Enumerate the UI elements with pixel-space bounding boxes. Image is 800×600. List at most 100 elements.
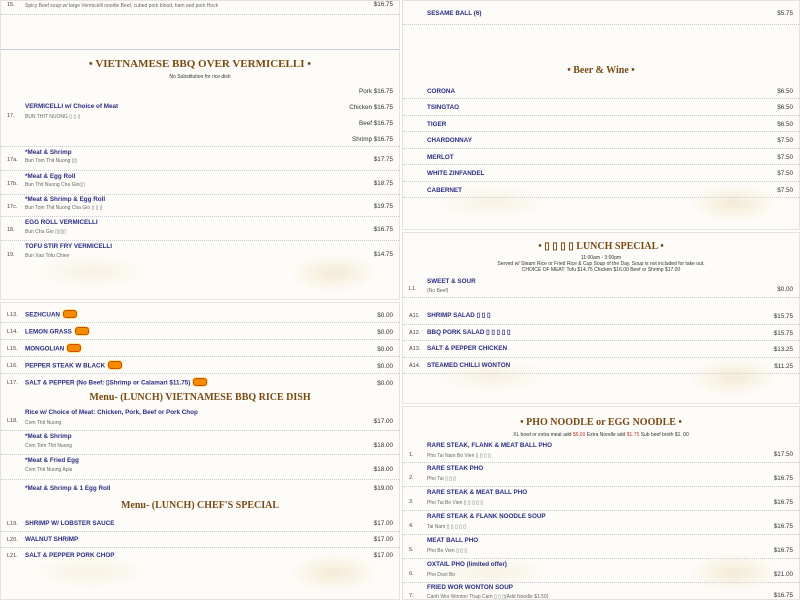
item-subtitle: BUN THIT NUONG ▯ ▯ ▯ [25,114,81,120]
item-name: *Meat & Shrimp & Egg Roll [25,196,106,203]
item-number: 6. [409,571,414,577]
item-price: $17.50 [773,451,793,458]
panel-lunch-left: L13. SEZHCUAN $0.00 L14. LEMON GRASS $0.… [0,302,400,600]
item-name: WALNUT SHRIMP [25,536,79,543]
item-price: $18.00 [373,466,393,473]
price-pork: Pork $16.75 [359,88,393,95]
menu-item-17b[interactable]: 17b. *Meat & Egg Roll Bun Thit Nuong Cha… [1,171,399,195]
section-title-chef-special: Menu- (LUNCH) CHEF'S SPECIAL [120,500,280,511]
item-name: LEMON GRASS [25,327,89,336]
lunch-item-l1[interactable]: L1. SWEET & SOUR (No Beef) $0.00 [403,276,799,298]
item-name: BBQ PORK SALAD ▯ ▯ ▯ ▯ ▯ [427,329,511,336]
lunch-item-a12[interactable]: A12. BBQ PORK SALAD ▯ ▯ ▯ ▯ ▯ $15.75 [403,325,799,341]
lunch-item-a11[interactable]: A11. SHRIMP SALAD ▯ ▯ ▯ $15.75 [403,308,799,325]
item-name: *Meat & Shrimp [25,433,72,440]
pho-item-3[interactable]: 3. RARE STEAK & MEAT BALL PHO Pho Tai Bo… [403,487,799,511]
menu-item-17a[interactable]: 17a. *Meat & Shrimp Bun Tom Thit Nuong ▯… [1,147,399,171]
item-price: $6.50 [777,121,793,128]
item-description: Spicy Beef soup w/ large Vermicelli nood… [25,3,219,9]
chef-item-l21[interactable]: L21. SALT & PEPPER PORK CHOP $17.00 [1,548,399,564]
item-number: L20. [7,537,18,543]
item-name: SHRIMP SALAD ▯ ▯ ▯ [427,312,491,319]
menu-item-19[interactable]: 19. TOFU STIR FRY VERMICELLI Bun Xao Tof… [1,241,399,267]
drink-white-zinfandel[interactable]: WHITE ZINFANDEL $7.50 [403,165,799,182]
item-number: A13. [409,346,421,352]
item-subtitle: Com Thit Nuong [25,420,62,426]
menu-item-17c[interactable]: 17c. *Meat & Shrimp & Egg Roll Bun Tom T… [1,195,399,217]
menu-item-18[interactable]: 18. EGG ROLL VERMICELLI Bun Cha Gio ▯▯▯▯… [1,217,399,241]
lunch-item-l17[interactable]: L17. SALT & PEPPER (No Beef: ▯Shrimp or … [1,374,399,390]
chef-item-l20[interactable]: L20. WALNUT SHRIMP $17.00 [1,532,399,548]
price-beef: Beef $16.75 [359,120,393,127]
item-name: *Meat & Egg Roll [25,173,76,180]
lunch-item-a14[interactable]: A14. STEAMED CHILLI WONTON $11.25 [403,358,799,374]
item-price: $0.00 [377,346,393,353]
rice-item-meat-shrimp[interactable]: *Meat & Shrimp Com Tom Thit Nuong $18.00 [1,431,399,455]
item-price: $19.75 [373,203,393,210]
item-price: $0.00 [777,286,793,293]
lunch-item-l15[interactable]: L15. MONGOLIAN $0.00 [1,340,399,357]
item-number: 19. [7,252,15,258]
spicy-icon [67,344,82,352]
item-name: SEZHCUAN [25,310,77,319]
item-name: RARE STEAK & FLANK NOODLE SOUP [427,513,546,520]
menu-item-17[interactable]: 17. VERMICELLI w/ Choice of Meat BUN THI… [1,87,399,147]
drink-tiger[interactable]: TIGER $6.50 [403,116,799,132]
item-name: MERLOT [427,154,454,161]
menu-item-15[interactable]: 15. Spicy Beef soup w/ large Vermicelli … [1,1,399,15]
lunch-item-l16[interactable]: L16. PEPPER STEAK W BLACK $0.00 [1,357,399,374]
item-price: $16.75 [773,499,793,506]
item-number: L15. [7,346,18,352]
menu-item-sesame-ball[interactable]: SESAME BALL (6) $5.75 [403,1,799,25]
pho-item-6[interactable]: 6. OXTAIL PHO (limited offer) Pho Duoi B… [403,559,799,583]
panel-lunch-special: • ▯ ▯ ▯ ▯ LUNCH SPECIAL • 11:00am - 3:00… [402,232,800,404]
item-name: STEAMED CHILLI WONTON [427,362,511,369]
item-price: $6.50 [777,104,793,111]
divider [1,49,399,50]
item-subtitle: Tai Nam ▯ ▯ ▯ ▯ ▯ [427,524,467,530]
lunch-item-l14[interactable]: L14. LEMON GRASS $0.00 [1,323,399,340]
item-subtitle: Pho Duoi Bo [427,572,456,578]
item-price: $7.50 [777,154,793,161]
item-name: MEAT BALL PHO [427,537,479,544]
section-title-lunch-special: • ▯ ▯ ▯ ▯ LUNCH SPECIAL • [538,241,664,252]
spicy-icon [193,378,208,386]
section-title-beer-wine: • Beer & Wine • [567,65,635,76]
item-price: $16.75 [373,226,393,233]
item-number: 17a. [7,157,18,163]
item-price: $11.25 [774,363,793,370]
pho-item-1[interactable]: 1. RARE STEAK, FLANK & MEAT BALL PHO Pho… [403,439,799,463]
item-subtitle: Pho Tai ▯ ▯ ▯ [427,476,457,482]
item-number: 3. [409,499,414,505]
item-price: $16.75 [773,475,793,482]
drink-corona[interactable]: CORONA $6.50 [403,83,799,99]
item-number: L18. [7,418,18,424]
item-subtitle: Pho Tai Bo Vien ▯ ▯ ▯ ▯ ▯ [427,500,484,506]
item-name: TSINGTAO [427,104,460,111]
section-title-vermicelli: • VIETNAMESE BBQ OVER VERMICELLI • [88,58,312,70]
rice-item-meat-shrimp-eggroll[interactable]: *Meat & Shrimp & 1 Egg Roll $19.00 [1,480,399,497]
item-name: *Meat & Shrimp [25,149,72,156]
item-price: $17.00 [373,520,393,527]
pho-item-2[interactable]: 2. RARE STEAK PHO Pho Tai ▯ ▯ ▯ $16.75 [403,463,799,487]
drink-chardonnay[interactable]: CHARDONNAY $7.50 [403,132,799,149]
drink-merlot[interactable]: MERLOT $7.50 [403,149,799,165]
chef-item-l19[interactable]: L19. SHRIMP W/ LOBSTER SAUCE $17.00 [1,516,399,532]
item-number: 17. [7,113,15,119]
drink-cabernet[interactable]: CABERNET $7.50 [403,182,799,198]
pho-item-5[interactable]: 5. MEAT BALL PHO Pho Bo Vien ▯ ▯ ▯ $16.7… [403,535,799,559]
item-name: WHITE ZINFANDEL [427,170,485,177]
item-number: L13. [7,312,18,318]
item-number: A11. [409,313,420,319]
item-price: $17.00 [373,552,393,559]
item-subtitle: (No Beef) [427,288,449,294]
lunch-item-l13[interactable]: L13. SEZHCUAN $0.00 [1,306,399,323]
pho-item-7[interactable]: 7. FRIED WOR WONTON SOUP Canh Wor Wonton… [403,583,799,600]
drink-tsingtao[interactable]: TSINGTAO $6.50 [403,99,799,116]
lunch-item-a13[interactable]: A13. SALT & PEPPER CHICKEN $13.25 [403,341,799,358]
pho-item-4[interactable]: 4. RARE STEAK & FLANK NOODLE SOUP Tai Na… [403,511,799,535]
rice-item-l18[interactable]: L18. Rice w/ Choice of Meat: Chicken, Po… [1,407,399,431]
item-name: OXTAIL PHO (limited offer) [427,561,507,568]
item-subtitle: Canh Wor Wonton Thap Cam ▯ ▯ ▯(Add Noodl… [427,594,549,600]
rice-item-meat-egg[interactable]: *Meat & Fried Egg Com Thit Nuong Aplа $1… [1,455,399,480]
